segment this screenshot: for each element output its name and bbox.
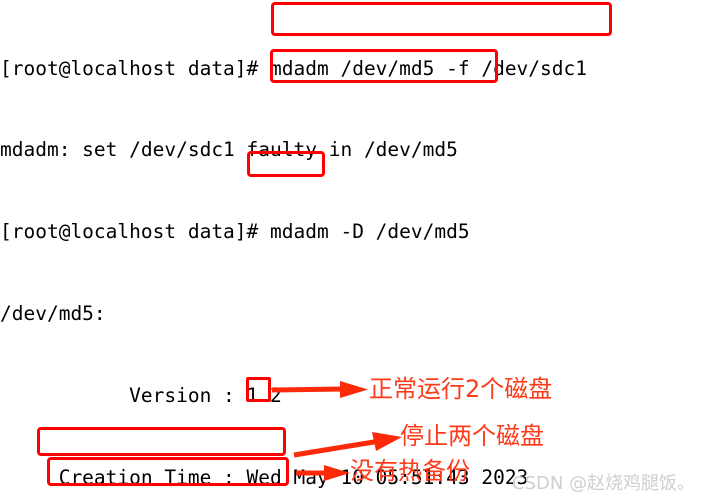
- annotation-note-spare-devices: 没有热备份: [350, 457, 470, 485]
- terminal-output: [root@localhost data]# mdadm /dev/md5 -f…: [0, 0, 704, 503]
- annotation-note-active-devices: 正常运行2个磁盘: [369, 375, 553, 403]
- terminal-line-version: Version : 1.2: [0, 384, 282, 408]
- terminal-line-device-path: /dev/md5:: [0, 302, 106, 326]
- terminal-line-status: mdadm: set /dev/sdc1 faulty in /dev/md5: [0, 138, 458, 162]
- terminal-screenshot: [root@localhost data]# mdadm /dev/md5 -f…: [0, 0, 704, 503]
- csdn-watermark: CSDN @赵烧鸡腿饭。: [512, 473, 696, 494]
- terminal-line-command-2: [root@localhost data]# mdadm -D /dev/md5: [0, 220, 470, 244]
- annotation-note-failed-devices: 停止两个磁盘: [400, 422, 544, 450]
- terminal-line-command-1: [root@localhost data]# mdadm /dev/md5 -f…: [0, 56, 587, 80]
